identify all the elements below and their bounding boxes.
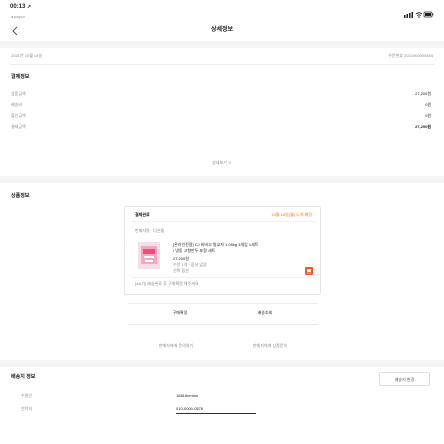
- product-status-note: 10월 18일(월) 도착 예정: [271, 212, 312, 217]
- section-divider: [0, 360, 444, 367]
- product-thumbnail[interactable]: [138, 242, 160, 269]
- payment-row-label: 배송비: [11, 102, 23, 107]
- product-name[interactable]: [온라인전용] CJ 비비고 왕교자 1.05kg 3개입 1세트: [173, 242, 319, 247]
- divider: [131, 277, 316, 278]
- product-image-icon: [138, 242, 160, 269]
- product-inquiry-button[interactable]: 판매자에게 상품문의: [232, 343, 308, 348]
- product-seller: 판매자명 · 다온몰: [135, 228, 165, 233]
- payment-row: 결제금액 27,200원: [11, 124, 431, 130]
- product-card: 결제완료 10월 18일(월) 도착 예정 판매자명 · 다온몰 [온라인전용]…: [124, 206, 321, 295]
- product-title: 상품정보: [11, 193, 30, 199]
- section-divider: [0, 176, 444, 183]
- divider: [128, 324, 318, 325]
- payment-row-label: 결제금액: [11, 124, 26, 129]
- confirm-purchase-button[interactable]: 구매확정: [150, 310, 210, 315]
- payment-row-value: 0원: [425, 102, 431, 107]
- shipping-row: 연락처 010-0000-0578: [21, 406, 321, 412]
- shipping-row-label: 수령인: [21, 393, 33, 398]
- status-icons: [404, 5, 434, 18]
- contact-seller-button[interactable]: 판매자에게 문의하기: [140, 343, 212, 348]
- payment-row-label: 할인금액: [11, 113, 26, 118]
- shipping-row-value: 010-0000-0578: [176, 406, 204, 411]
- product-notice: [AA기] 배송완료 후 구매확정 해주세요: [135, 281, 199, 286]
- page-title: 상세정보: [210, 27, 234, 33]
- divider: [131, 221, 316, 222]
- order-date: 2021년 10월 14일: [11, 53, 43, 58]
- payment-row-value: 27,200원: [415, 91, 431, 96]
- cart-icon: [305, 267, 313, 275]
- payment-title: 결제정보: [11, 74, 30, 80]
- status-time: 00:13 ➚: [10, 4, 32, 10]
- text-cursor-underline: [176, 413, 256, 414]
- product-price: 27,200원: [173, 256, 189, 261]
- payment-row[interactable]: 배송비 0원: [11, 102, 431, 108]
- payment-row: 상품금액 27,200원: [11, 91, 431, 97]
- payment-row-value: 27,200원: [415, 124, 431, 129]
- shipping-row: 수령인 1681thenton: [21, 393, 321, 399]
- track-delivery-button[interactable]: 배송조회: [235, 310, 295, 315]
- order-number: 주문번호 2021000000484: [388, 53, 433, 58]
- status-sub-label: ◂ payco: [11, 14, 25, 19]
- divider: [128, 303, 318, 304]
- section-divider: [0, 41, 444, 48]
- shipping-row-value: 1681thenton: [176, 393, 199, 398]
- payment-row-value: 0원: [425, 113, 431, 118]
- payment-row: 할인금액 0원: [11, 113, 431, 119]
- shipping-row-label: 연락처: [21, 406, 33, 411]
- change-address-button[interactable]: 배송지 변경: [379, 372, 430, 386]
- product-quantity: 수량 1개 · 옵션 없음: [173, 262, 207, 267]
- product-option: 선택 옵션: [173, 268, 189, 273]
- location-arrow-icon: ➚: [27, 4, 32, 10]
- divider: [10, 64, 434, 65]
- product-status: 결제완료: [135, 212, 150, 217]
- signal-icon: [404, 11, 434, 18]
- add-to-cart-button[interactable]: [305, 262, 313, 275]
- shipping-title: 배송지 정보: [11, 374, 36, 380]
- payment-row-label: 상품금액: [11, 91, 26, 96]
- product-name-line2[interactable]: / 냉동 고향만두 포함 세트: [173, 248, 319, 253]
- payment-more-button[interactable]: 상세보기 ∨: [0, 160, 444, 165]
